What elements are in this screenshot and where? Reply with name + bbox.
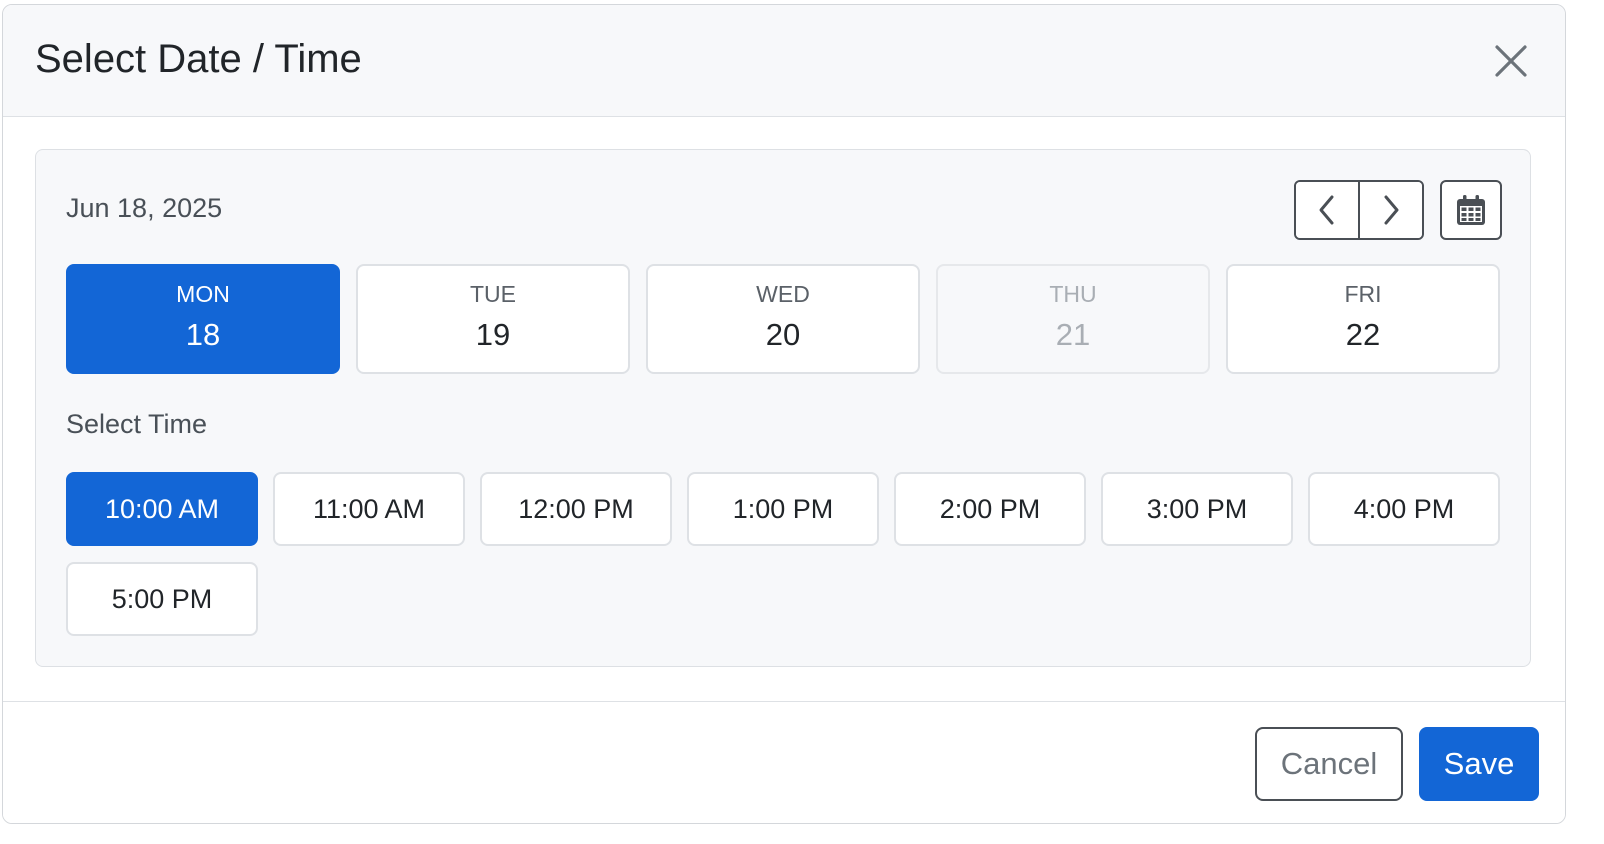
date-time-modal: Select Date / Time Jun 18, 2025 MON 18 T… [2,4,1566,824]
day-number: 21 [1055,317,1091,352]
day-card-wed[interactable]: WED 20 [646,264,920,374]
day-number: 18 [185,317,221,352]
day-card-fri[interactable]: FRI 22 [1226,264,1500,374]
close-button[interactable] [1493,43,1529,79]
time-slot-3pm[interactable]: 3:00 PM [1101,472,1293,546]
cancel-button[interactable]: Cancel [1255,727,1403,801]
day-number: 22 [1345,317,1381,352]
prev-week-button[interactable] [1296,182,1358,238]
select-time-label: Select Time [66,409,208,439]
save-button[interactable]: Save [1419,727,1539,801]
time-slot-2pm[interactable]: 2:00 PM [894,472,1086,546]
time-slot-10am[interactable]: 10:00 AM [66,472,258,546]
day-of-week: THU [1049,281,1097,307]
day-card-mon[interactable]: MON 18 [66,264,340,374]
time-slot-1pm[interactable]: 1:00 PM [687,472,879,546]
time-slot-11am[interactable]: 11:00 AM [273,472,465,546]
chevron-left-icon [1319,195,1334,225]
day-of-week: WED [756,281,810,307]
modal-body: Jun 18, 2025 MON 18 TUE 19 WED 20 THU 21… [3,117,1565,701]
day-of-week: TUE [470,281,516,307]
modal-footer: Cancel Save [3,701,1565,823]
calendar-icon [1457,195,1485,225]
day-selector: MON 18 TUE 19 WED 20 THU 21 FRI 22 [66,264,1502,374]
time-slot-4pm[interactable]: 4:00 PM [1308,472,1500,546]
next-week-button[interactable] [1358,182,1422,238]
calendar-button[interactable] [1440,180,1502,240]
time-slot-5pm[interactable]: 5:00 PM [66,562,258,636]
day-number: 20 [765,317,801,352]
date-time-panel: Jun 18, 2025 MON 18 TUE 19 WED 20 THU 21… [35,149,1531,667]
current-date-label: Jun 18, 2025 [66,193,223,223]
day-card-tue[interactable]: TUE 19 [356,264,630,374]
week-nav-group [1294,180,1424,240]
chevron-right-icon [1384,195,1399,225]
day-of-week: FRI [1344,281,1382,307]
day-card-thu: THU 21 [936,264,1210,374]
close-icon [1495,45,1527,77]
modal-title: Select Date / Time [35,37,362,81]
modal-header: Select Date / Time [3,5,1565,117]
day-of-week: MON [176,281,230,307]
time-slot-12pm[interactable]: 12:00 PM [480,472,672,546]
day-number: 19 [475,317,511,352]
